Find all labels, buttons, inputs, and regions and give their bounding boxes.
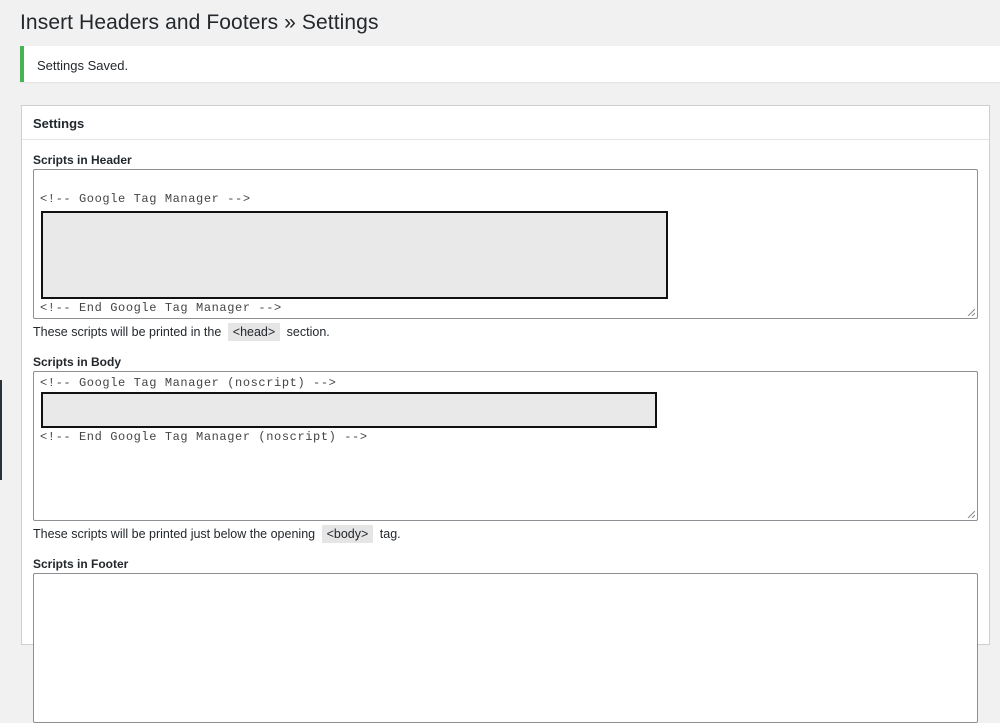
panel-header: Settings bbox=[22, 106, 989, 140]
settings-panel: Settings Scripts in Header <!-- Google T… bbox=[21, 105, 990, 723]
panel-title: Settings bbox=[33, 116, 85, 131]
body-scripts-label: Scripts in Body bbox=[33, 355, 122, 369]
body-scripts-description: These scripts will be printed just below… bbox=[33, 525, 401, 543]
page-title: Insert Headers and Footers » Settings bbox=[20, 11, 379, 34]
resize-handle-icon[interactable] bbox=[967, 308, 975, 316]
resize-handle-icon[interactable] bbox=[967, 510, 975, 518]
header-scripts-description: These scripts will be printed in the <he… bbox=[33, 323, 330, 341]
header-code-start: <!-- Google Tag Manager --> bbox=[40, 192, 251, 206]
head-tag-code: <head> bbox=[227, 323, 281, 341]
redacted-header-code bbox=[41, 211, 668, 299]
footer-scripts-textarea[interactable] bbox=[33, 573, 978, 723]
desc-text: tag. bbox=[379, 527, 401, 541]
body-scripts-textarea[interactable]: <!-- Google Tag Manager (noscript) --> <… bbox=[33, 371, 978, 521]
desc-text: section. bbox=[286, 325, 330, 339]
desc-text: These scripts will be printed in the bbox=[33, 325, 222, 339]
desc-text: These scripts will be printed just below… bbox=[33, 527, 316, 541]
header-scripts-label: Scripts in Header bbox=[33, 153, 132, 167]
body-code-end: <!-- End Google Tag Manager (noscript) -… bbox=[40, 430, 368, 444]
notice-text: Settings Saved. bbox=[37, 58, 129, 73]
footer-scripts-label: Scripts in Footer bbox=[33, 557, 129, 571]
body-code-start: <!-- Google Tag Manager (noscript) --> bbox=[40, 376, 337, 390]
body-tag-code: <body> bbox=[321, 525, 374, 543]
redacted-body-code bbox=[41, 392, 657, 428]
header-code-end: <!-- End Google Tag Manager --> bbox=[40, 301, 282, 315]
admin-sidebar-edge bbox=[0, 380, 2, 480]
header-scripts-textarea[interactable]: <!-- Google Tag Manager --> <!-- End Goo… bbox=[33, 169, 978, 319]
settings-saved-notice: Settings Saved. bbox=[20, 46, 1000, 82]
